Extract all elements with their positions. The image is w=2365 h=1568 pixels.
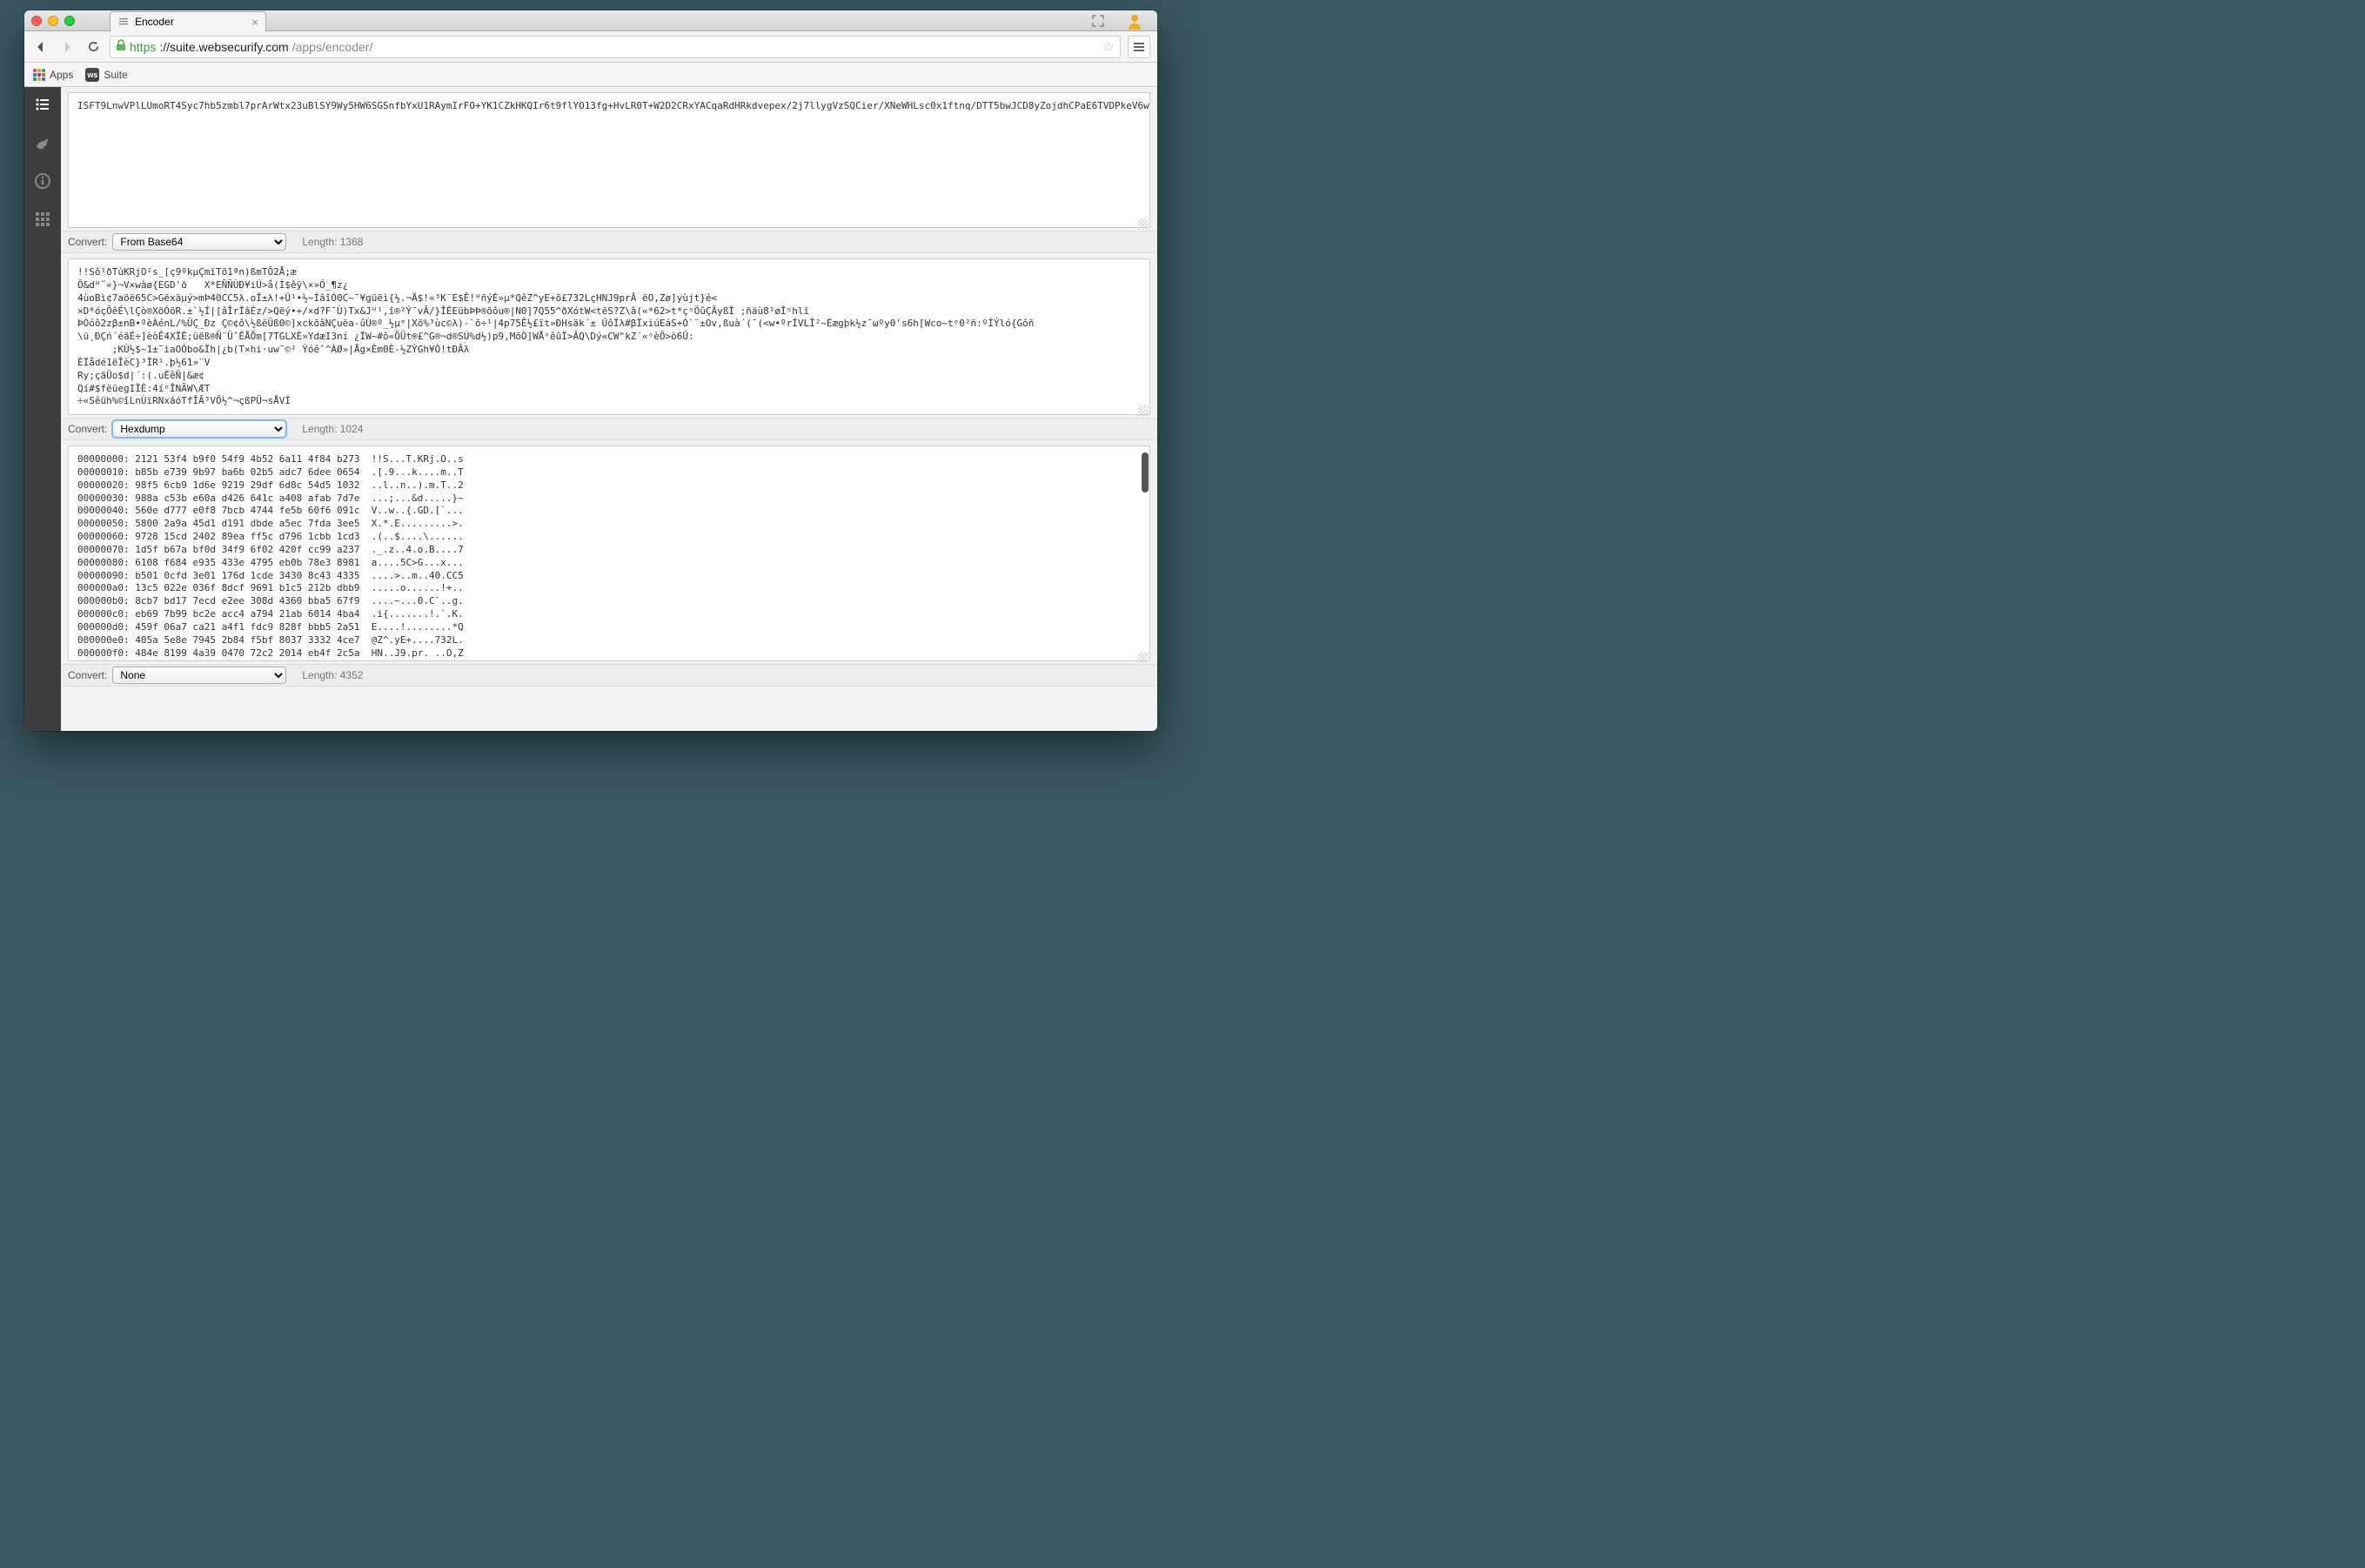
suite-bookmark[interactable]: ws Suite [85, 68, 127, 82]
apps-label: Apps [50, 69, 73, 81]
url-host: ://suite.websecurify.com [159, 40, 288, 54]
tab-close-icon[interactable]: × [251, 16, 258, 29]
browser-window: Encoder × https ://suite.websecurify.com… [24, 10, 1157, 731]
panel-3-controls: Convert: None Length: 4352 [61, 664, 1157, 687]
length-value: 4352 [340, 669, 364, 681]
convert-label: Convert: [68, 669, 107, 681]
close-window-button[interactable] [31, 16, 42, 26]
convert-label: Convert: [68, 423, 107, 435]
length-label: Length: [302, 236, 337, 248]
scrollbar-thumb[interactable] [1142, 452, 1149, 493]
sidebar-bird-icon[interactable] [32, 132, 53, 153]
profile-avatar-icon[interactable] [1126, 12, 1143, 32]
zoom-window-button[interactable] [64, 16, 75, 26]
back-button[interactable] [31, 37, 50, 57]
minimize-window-button[interactable] [48, 16, 58, 26]
bookmarks-bar: Apps ws Suite [24, 63, 1157, 87]
tab-title: Encoder [135, 16, 174, 28]
convert-select-3[interactable]: None [112, 667, 286, 684]
panel-1: Convert: From Base64 Length: 1368 [61, 87, 1157, 253]
panel-3: Convert: None Length: 4352 [61, 440, 1157, 687]
encoder-main: Convert: From Base64 Length: 1368 Conver… [61, 87, 1157, 731]
chrome-menu-button[interactable] [1128, 36, 1150, 58]
apps-bookmark[interactable]: Apps [33, 69, 73, 81]
length-value: 1368 [340, 236, 364, 248]
browser-toolbar: https ://suite.websecurify.com /apps/enc… [24, 31, 1157, 63]
length-label: Length: [302, 669, 337, 681]
input-textarea-2[interactable] [68, 258, 1150, 415]
titlebar: Encoder × [24, 10, 1157, 31]
panel-2-controls: Convert: Hexdump Length: 1024 [61, 418, 1157, 440]
input-textarea-1[interactable] [68, 92, 1150, 228]
forward-button[interactable] [57, 37, 77, 57]
tab-favicon-icon [117, 16, 130, 28]
page-content: Convert: From Base64 Length: 1368 Conver… [24, 87, 1157, 731]
resize-handle-icon[interactable] [1138, 218, 1149, 229]
panel-2: Convert: Hexdump Length: 1024 [61, 253, 1157, 440]
apps-grid-icon [33, 69, 45, 81]
convert-select-1[interactable]: From Base64 [112, 233, 286, 251]
suite-label: Suite [104, 69, 127, 81]
resize-handle-icon[interactable] [1138, 405, 1149, 416]
sidebar-list-icon[interactable] [32, 94, 53, 115]
length-value: 1024 [340, 423, 364, 435]
bookmark-star-icon[interactable]: ☆ [1102, 38, 1115, 56]
panel-1-controls: Convert: From Base64 Length: 1368 [61, 231, 1157, 253]
browser-tab[interactable]: Encoder × [110, 11, 266, 32]
lock-icon [116, 39, 126, 54]
convert-label: Convert: [68, 236, 107, 248]
sidebar-grid-icon[interactable] [32, 209, 53, 230]
app-sidebar [24, 87, 61, 731]
resize-handle-icon[interactable] [1138, 652, 1149, 662]
url-path: /apps/encoder/ [292, 40, 373, 54]
address-bar[interactable]: https ://suite.websecurify.com /apps/enc… [110, 36, 1121, 58]
sidebar-info-icon[interactable] [32, 171, 53, 191]
fullscreen-icon[interactable] [1091, 14, 1107, 30]
suite-favicon-icon: ws [85, 68, 99, 82]
convert-select-2[interactable]: Hexdump [112, 420, 286, 438]
length-label: Length: [302, 423, 337, 435]
url-scheme: https [130, 40, 156, 54]
output-textarea-3[interactable] [68, 446, 1150, 661]
reload-button[interactable] [84, 37, 103, 57]
window-controls [31, 16, 75, 26]
